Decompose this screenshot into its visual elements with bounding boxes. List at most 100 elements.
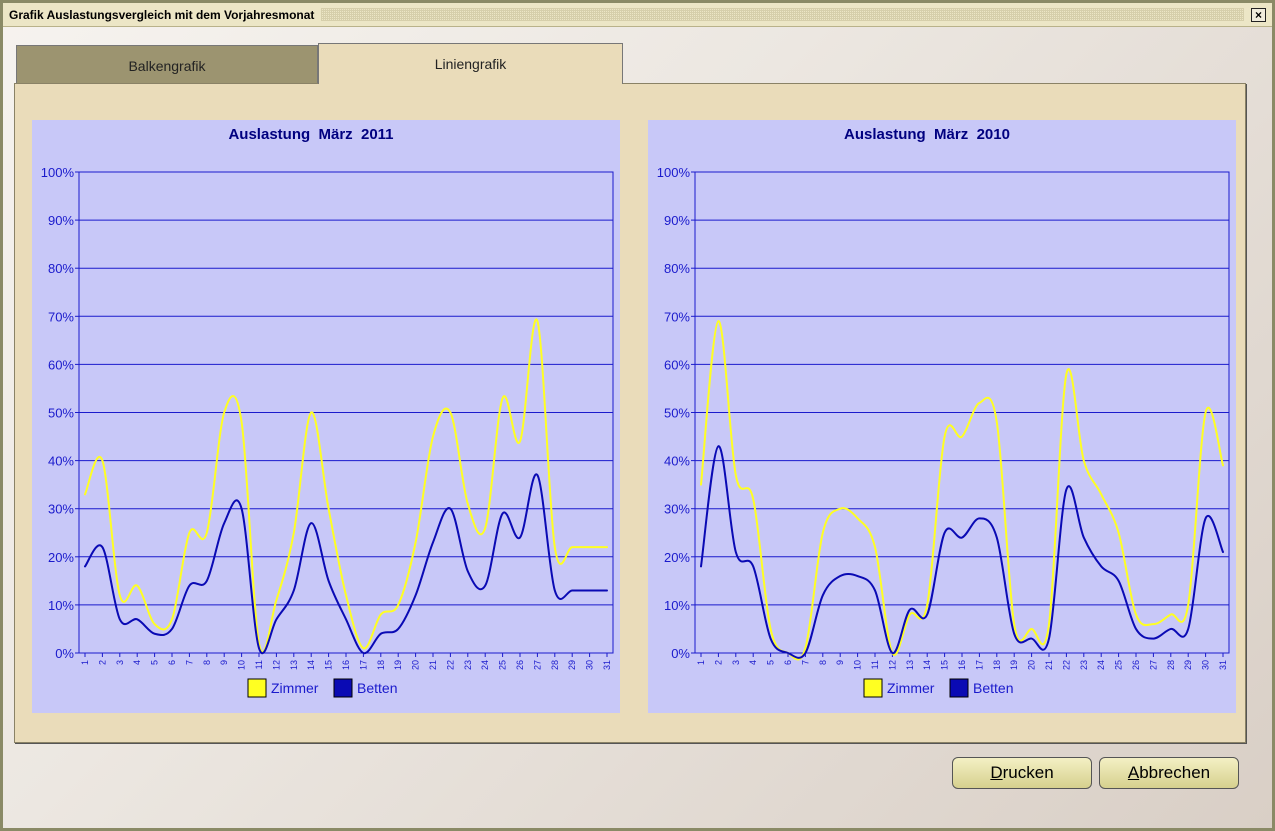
y-tick-label: 20% — [48, 550, 74, 565]
x-tick-label: 5 — [150, 660, 160, 665]
x-tick-label: 8 — [818, 660, 828, 665]
y-tick-label: 40% — [48, 454, 74, 469]
x-tick-label: 4 — [132, 660, 142, 665]
x-tick-label: 17 — [358, 660, 368, 670]
title-bar-pattern — [321, 8, 1244, 21]
x-tick-label: 2 — [713, 660, 723, 665]
x-tick-label: 16 — [341, 660, 351, 670]
x-tick-label: 25 — [1114, 660, 1124, 670]
x-tick-label: 29 — [567, 660, 577, 670]
x-tick-label: 17 — [974, 660, 984, 670]
y-tick-label: 50% — [664, 406, 690, 421]
x-tick-label: 20 — [1027, 660, 1037, 670]
x-tick-label: 13 — [289, 660, 299, 670]
x-tick-label: 11 — [870, 660, 880, 669]
x-tick-label: 15 — [940, 660, 950, 670]
x-tick-label: 10 — [237, 660, 247, 670]
x-tick-label: 7 — [800, 660, 810, 665]
x-tick-label: 30 — [1201, 660, 1211, 670]
x-tick-label: 1 — [696, 660, 706, 665]
y-tick-label: 10% — [48, 598, 74, 613]
x-tick-label: 22 — [445, 660, 455, 670]
x-tick-label: 6 — [167, 660, 177, 665]
x-tick-label: 30 — [585, 660, 595, 670]
y-tick-label: 30% — [48, 502, 74, 517]
y-tick-label: 90% — [48, 213, 74, 228]
x-tick-label: 16 — [957, 660, 967, 670]
cancel-button[interactable]: Abbrechen — [1099, 757, 1239, 789]
x-tick-label: 14 — [306, 660, 316, 670]
legend-label: Zimmer — [887, 680, 935, 696]
x-tick-label: 23 — [463, 660, 473, 670]
chart-title: Auslastung März 2011 — [228, 126, 393, 143]
x-tick-label: 3 — [731, 660, 741, 665]
series-line — [84, 318, 608, 653]
x-tick-label: 24 — [480, 660, 490, 670]
x-tick-label: 8 — [202, 660, 212, 665]
y-tick-label: 60% — [664, 357, 690, 372]
chart-march-2010: Auslastung März 2010 0% 10% 20% 30% 40% 50% 60%… — [648, 120, 1236, 713]
y-tick-label: 0% — [55, 646, 74, 661]
y-tick-label: 70% — [664, 309, 690, 324]
y-tick-label: 0% — [671, 646, 690, 661]
y-tick-label: 80% — [48, 261, 74, 276]
x-tick-label: 27 — [532, 660, 542, 670]
legend-swatch — [247, 678, 267, 698]
x-tick-label: 12 — [271, 660, 281, 670]
x-tick-label: 3 — [115, 660, 125, 665]
x-tick-label: 18 — [992, 660, 1002, 670]
x-tick-label: 21 — [428, 660, 438, 670]
x-tick-label: 9 — [219, 660, 229, 665]
x-tick-label: 31 — [1218, 660, 1228, 670]
x-tick-label: 15 — [324, 660, 334, 670]
x-tick-label: 28 — [1166, 660, 1176, 670]
x-tick-label: 25 — [498, 660, 508, 670]
close-icon[interactable]: × — [1251, 8, 1266, 22]
x-tick-label: 2 — [97, 660, 107, 665]
chart-svg: Auslastung März 2011 0% 10% 20% 30% 40% 50% 60%… — [41, 126, 614, 698]
x-tick-label: 22 — [1061, 660, 1071, 670]
print-button-label: Drucken — [990, 763, 1054, 782]
x-tick-label: 21 — [1044, 660, 1054, 670]
x-tick-label: 28 — [550, 660, 560, 670]
y-tick-label: 10% — [664, 598, 690, 613]
x-tick-label: 27 — [1148, 660, 1158, 670]
x-tick-label: 19 — [1009, 660, 1019, 670]
y-tick-label: 70% — [48, 309, 74, 324]
x-tick-label: 6 — [783, 660, 793, 665]
print-button[interactable]: Drucken — [952, 757, 1092, 789]
x-tick-label: 23 — [1079, 660, 1089, 670]
x-tick-label: 12 — [887, 660, 897, 670]
title-bar[interactable]: Grafik Auslastungsvergleich mit dem Vorj… — [3, 3, 1272, 27]
y-tick-label: 60% — [48, 357, 74, 372]
series-line — [700, 320, 1224, 661]
y-tick-label: 20% — [664, 550, 690, 565]
y-tick-label: 80% — [664, 261, 690, 276]
cancel-button-label: Abbrechen — [1127, 763, 1211, 782]
legend-swatch — [949, 678, 969, 698]
x-tick-label: 11 — [254, 660, 264, 669]
x-tick-label: 26 — [1131, 660, 1141, 670]
legend-swatch — [863, 678, 883, 698]
series-line — [700, 445, 1224, 659]
legend-swatch — [333, 678, 353, 698]
y-tick-label: 50% — [48, 406, 74, 421]
x-tick-label: 1 — [80, 660, 90, 665]
y-tick-label: 30% — [664, 502, 690, 517]
tab-balkengrafik[interactable]: Balkengrafik — [16, 45, 318, 85]
x-tick-label: 10 — [853, 660, 863, 670]
y-tick-label: 90% — [664, 213, 690, 228]
x-tick-label: 4 — [748, 660, 758, 665]
legend-label: Zimmer — [271, 680, 319, 696]
x-tick-label: 18 — [376, 660, 386, 670]
x-tick-label: 13 — [905, 660, 915, 670]
window-title: Grafik Auslastungsvergleich mit dem Vorj… — [3, 7, 319, 22]
x-tick-label: 31 — [602, 660, 612, 670]
x-tick-label: 19 — [393, 660, 403, 670]
x-tick-label: 7 — [184, 660, 194, 665]
tab-liniengrafik[interactable]: Liniengrafik — [318, 43, 623, 84]
x-tick-label: 29 — [1183, 660, 1193, 670]
x-tick-label: 5 — [766, 660, 776, 665]
x-tick-label: 26 — [515, 660, 525, 670]
x-tick-label: 14 — [922, 660, 932, 670]
